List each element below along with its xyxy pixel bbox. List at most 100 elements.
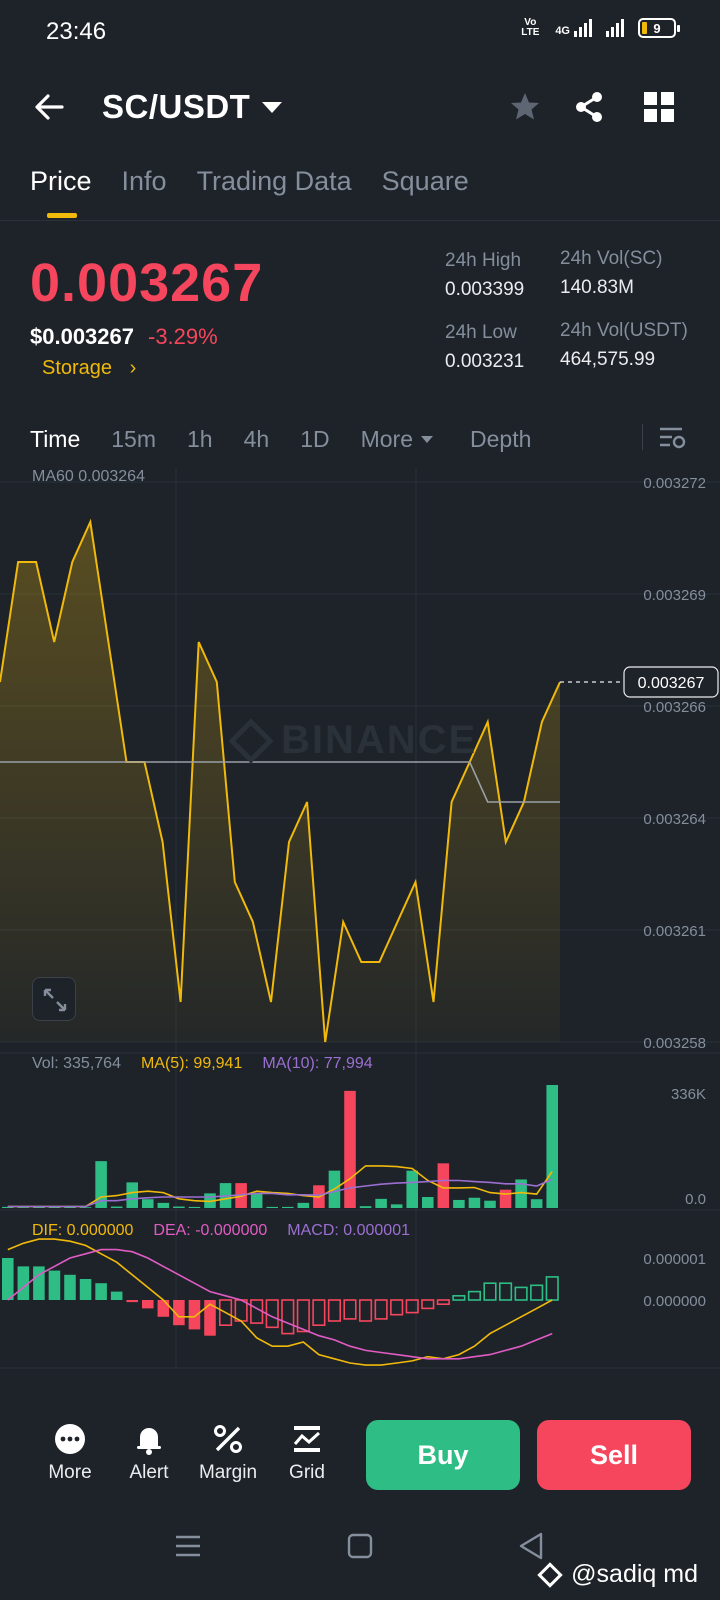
interval-bar: Time 15m 1h 4h 1D More Depth (30, 426, 562, 453)
binance-watermark: BINANCE (228, 718, 477, 764)
macd-bar (436, 1299, 450, 1305)
binance-logo-icon (228, 718, 274, 764)
battery-icon: 9 (638, 18, 680, 38)
macd-bar (281, 1299, 295, 1335)
macd-bar (234, 1299, 248, 1322)
pair-selector[interactable]: SC/USDT (102, 88, 283, 126)
pair-title: SC/USDT (102, 88, 251, 125)
macd-label: MACD: 0.000001 (287, 1222, 410, 1239)
macd-bar (188, 1300, 201, 1330)
bell-icon (137, 1428, 161, 1455)
signal-4g-icon: 4G (555, 19, 592, 37)
macd-bar (467, 1290, 482, 1301)
macd-bar (530, 1284, 544, 1301)
vol-quote-value: 464,575.99 (560, 349, 656, 370)
price-axis-label: 0.003266 (643, 699, 706, 716)
grid-bot-icon (293, 1426, 321, 1452)
price-axis-label: 0.003264 (643, 811, 706, 828)
volume-bar (188, 1206, 201, 1208)
volume-bar (530, 1199, 543, 1208)
macd-bar (79, 1279, 92, 1300)
macd-axis-label: 0.000001 (643, 1251, 706, 1268)
margin-action[interactable]: Margin (188, 1422, 268, 1484)
volume-axis-label: 336K (671, 1086, 706, 1103)
macd-bar (142, 1300, 154, 1309)
active-tab-indicator (47, 213, 77, 218)
volte-icon: Vo LTE (521, 17, 540, 38)
volume-bar (422, 1197, 434, 1208)
chart-settings-icon[interactable] (658, 424, 686, 452)
interval-time[interactable]: Time (30, 426, 80, 453)
macd-bar (110, 1291, 123, 1300)
macd-bar (296, 1299, 310, 1333)
expand-icon (43, 988, 67, 1012)
divider (0, 220, 720, 221)
macd-bar (95, 1283, 107, 1300)
chevron-down-icon (421, 436, 434, 443)
recent-apps-icon[interactable] (176, 1535, 200, 1557)
chevron-down-icon (262, 101, 283, 113)
interval-more[interactable]: More (361, 426, 434, 453)
tab-square[interactable]: Square (382, 166, 469, 197)
dea-line (7, 1248, 553, 1360)
volume-bar (250, 1193, 263, 1208)
sell-button[interactable]: Sell (537, 1420, 691, 1490)
volume-bar (142, 1199, 154, 1208)
macd-bar (545, 1276, 559, 1301)
status-icons: Vo LTE 4G 9 (519, 17, 680, 38)
macd-bar (514, 1286, 528, 1301)
depth-tab[interactable]: Depth (470, 426, 531, 453)
share-icon[interactable] (570, 88, 608, 126)
binance-logo-icon (537, 1561, 563, 1588)
volume-bar (468, 1197, 481, 1208)
macd-bar (48, 1270, 61, 1300)
volume-axis-label: 0.0 (685, 1191, 706, 1208)
home-icon[interactable] (347, 1533, 373, 1559)
interval-1d[interactable]: 1D (300, 426, 329, 453)
volume-bar (344, 1090, 356, 1208)
more-dots-icon (55, 1424, 85, 1454)
tab-trading-data[interactable]: Trading Data (197, 166, 352, 197)
macd-bar (498, 1282, 513, 1301)
high-value: 0.003399 (445, 279, 525, 300)
tab-info[interactable]: Info (122, 166, 167, 197)
interval-4h[interactable]: 4h (244, 426, 270, 453)
volume-legend: Vol: 335,764 MA(5): 99,941 MA(10): 77,99… (32, 1055, 373, 1073)
current-price-label: 0.003267 (638, 675, 705, 692)
volume-bar (390, 1204, 403, 1208)
volume-bar (282, 1206, 294, 1208)
volume-bar (266, 1206, 278, 1208)
macd-bar (250, 1299, 264, 1324)
alert-action[interactable]: Alert (109, 1422, 189, 1484)
tab-price[interactable]: Price (30, 166, 92, 197)
volume-label: Vol: 335,764 (32, 1055, 121, 1072)
grid-action[interactable]: Grid (267, 1422, 347, 1484)
low-label: 24h Low (445, 322, 517, 343)
buy-button[interactable]: Buy (366, 1420, 520, 1490)
macd-bar (452, 1294, 466, 1301)
back-arrow-icon[interactable] (30, 88, 68, 126)
macd-bar (2, 1258, 14, 1300)
grid-layout-icon[interactable] (640, 88, 678, 126)
ma5-label: MA(5): 99,941 (140, 1055, 243, 1072)
back-nav-icon[interactable] (519, 1532, 543, 1560)
user-watermark: @sadiq md (537, 1560, 698, 1589)
volume-bar (546, 1085, 558, 1208)
macd-bar (265, 1299, 279, 1329)
volume-bar (406, 1170, 418, 1208)
tab-bar: Price Info Trading Data Square (30, 166, 469, 197)
more-action[interactable]: More (30, 1422, 110, 1484)
dif-line (7, 1238, 553, 1366)
interval-15m[interactable]: 15m (111, 426, 156, 453)
price-sub-row: $0.003267 -3.29% (30, 324, 218, 350)
signal-icon (606, 19, 624, 37)
interval-1h[interactable]: 1h (187, 426, 213, 453)
macd-bar (64, 1274, 76, 1300)
favorite-star-icon[interactable] (506, 88, 544, 126)
expand-chart-button[interactable] (32, 977, 76, 1021)
dea-label: DEA: -0.000000 (153, 1222, 268, 1239)
price-chart[interactable]: 0.003267 0.003272 0.003269 0.003266 0.00326… (0, 468, 720, 1398)
macd-bar (358, 1299, 373, 1322)
price-axis-label: 0.003261 (643, 923, 706, 940)
category-tag[interactable]: Storage › (42, 357, 136, 380)
